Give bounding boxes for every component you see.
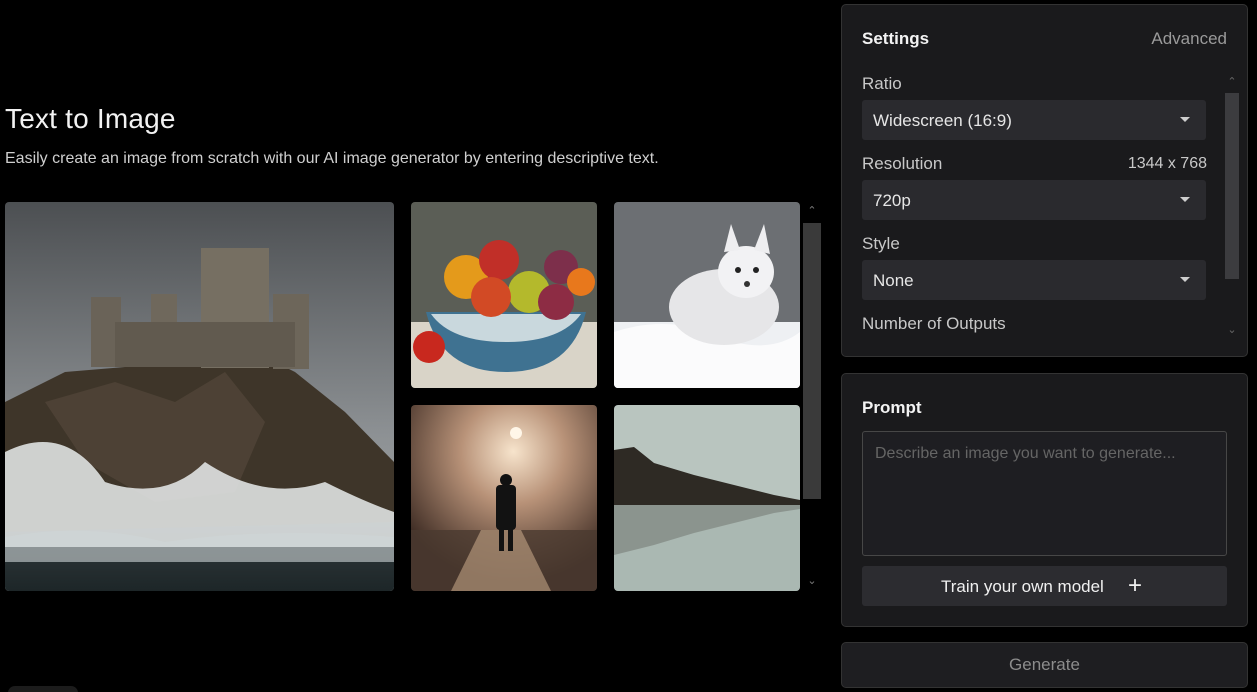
settings-scroll-thumb[interactable] bbox=[1225, 93, 1239, 279]
style-value: None bbox=[873, 271, 914, 290]
scroll-up-icon[interactable]: ⌃ bbox=[805, 204, 819, 218]
settings-scrollbar[interactable]: ⌃ ⌄ bbox=[1225, 73, 1239, 341]
resolution-dimensions: 1344 x 768 bbox=[1127, 155, 1207, 172]
settings-title: Settings bbox=[862, 29, 930, 48]
ratio-value: Widescreen (16:9) bbox=[873, 111, 1012, 130]
page-subtitle: Easily create an image from scratch with… bbox=[5, 150, 659, 167]
gallery-image-man-in-fog[interactable] bbox=[411, 405, 597, 591]
gallery-scrollbar[interactable]: ⌃ ⌄ bbox=[803, 202, 821, 591]
train-model-label: Train your own model bbox=[941, 577, 1104, 596]
prompt-title: Prompt bbox=[862, 398, 922, 417]
scroll-down-icon[interactable]: ⌄ bbox=[805, 574, 819, 588]
scroll-down-icon[interactable]: ⌄ bbox=[1225, 323, 1239, 337]
chevron-down-icon bbox=[1180, 197, 1190, 202]
outputs-label: Number of Outputs bbox=[862, 314, 1006, 333]
chevron-down-icon bbox=[1180, 277, 1190, 282]
scroll-up-icon[interactable]: ⌃ bbox=[1225, 75, 1239, 89]
chevron-down-icon bbox=[1180, 117, 1190, 122]
style-label: Style bbox=[862, 234, 900, 253]
gallery-image-white-fox[interactable] bbox=[614, 202, 800, 388]
resolution-select[interactable]: 720p bbox=[862, 180, 1206, 220]
advanced-link[interactable]: Advanced bbox=[1151, 29, 1227, 49]
resolution-value: 720p bbox=[873, 191, 911, 210]
gallery-image-castle[interactable] bbox=[5, 202, 394, 591]
plus-icon: + bbox=[1128, 572, 1143, 599]
prompt-panel: Prompt Train your own model + bbox=[841, 373, 1248, 627]
ratio-select[interactable]: Widescreen (16:9) bbox=[862, 100, 1206, 140]
train-model-button[interactable]: Train your own model + bbox=[862, 566, 1227, 606]
corner-widget[interactable] bbox=[8, 686, 78, 692]
settings-panel: Settings Advanced Ratio Widescreen (16:9… bbox=[841, 4, 1248, 357]
style-select[interactable]: None bbox=[862, 260, 1206, 300]
generate-button[interactable]: Generate bbox=[841, 642, 1248, 688]
prompt-input[interactable] bbox=[862, 431, 1227, 556]
ratio-label: Ratio bbox=[862, 74, 902, 93]
resolution-label: Resolution bbox=[862, 154, 943, 173]
gallery-image-fruit-bowl[interactable] bbox=[411, 202, 597, 388]
example-gallery bbox=[5, 202, 805, 591]
gallery-image-lake[interactable] bbox=[614, 405, 800, 591]
page-title: Text to Image bbox=[5, 103, 176, 134]
gallery-scroll-thumb[interactable] bbox=[803, 223, 821, 499]
